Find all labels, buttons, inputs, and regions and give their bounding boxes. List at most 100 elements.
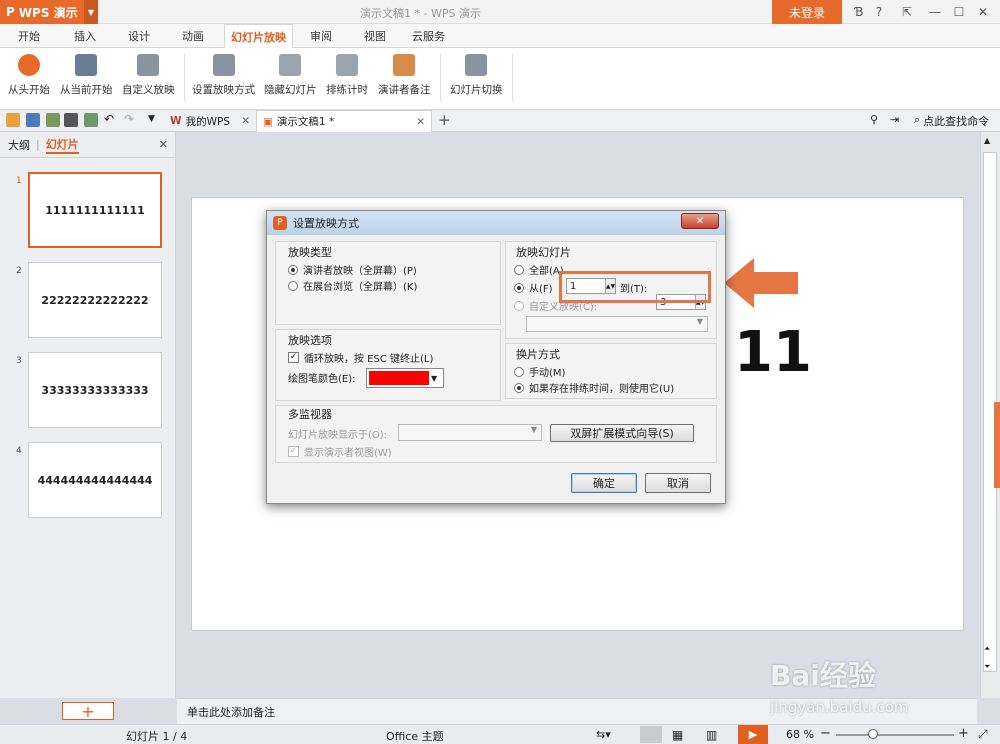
- dialog-close-button[interactable]: ✕: [681, 213, 719, 229]
- tab-review[interactable]: 审阅: [310, 24, 332, 48]
- skin-icon[interactable]: Ɓ: [848, 3, 870, 21]
- reading-view-icon[interactable]: ▥: [706, 728, 717, 742]
- tab-my-wps[interactable]: W 我的WPS ✕: [164, 110, 256, 132]
- presenter-view-checkbox[interactable]: ✓ 显示演示者视图(W): [288, 444, 392, 459]
- tab-cloud[interactable]: 云服务: [412, 24, 445, 48]
- zoom-level[interactable]: 68 %: [786, 728, 814, 741]
- custom-show-dropdown[interactable]: ▼: [526, 316, 708, 332]
- close-tab-icon[interactable]: ✕: [416, 116, 425, 128]
- ok-button[interactable]: 确定: [571, 473, 637, 493]
- checkbox-indicator: ✓: [288, 446, 299, 457]
- tab-slides[interactable]: 幻灯片: [45, 136, 79, 154]
- add-slide-button[interactable]: +: [62, 702, 114, 721]
- undo-icon[interactable]: ↶: [104, 112, 114, 126]
- monitor-dropdown[interactable]: ▼: [398, 424, 542, 441]
- maximize-icon[interactable]: ☐: [948, 3, 970, 21]
- tab-animation[interactable]: 动画: [182, 24, 204, 48]
- slide-transition-button[interactable]: 幻灯片切换: [450, 54, 503, 97]
- radio-all-slides[interactable]: 全部(A): [514, 262, 564, 277]
- slide-thumbnail-2[interactable]: 22222222222222: [28, 262, 162, 338]
- highlight-box: [559, 271, 711, 303]
- close-tab-icon[interactable]: ✕: [241, 115, 250, 127]
- annotation-arrow-icon: [724, 258, 798, 308]
- radio-indicator: [514, 382, 524, 393]
- setup-show-button[interactable]: 设置放映方式: [192, 54, 255, 97]
- from-start-button[interactable]: 从头开始: [8, 54, 50, 97]
- loop-checkbox[interactable]: ✓ 循环放映，按 ESC 键终止(L): [288, 350, 433, 365]
- wps-w-icon: W: [170, 115, 182, 127]
- wps-logo-icon: P: [6, 5, 15, 19]
- chevron-down-icon[interactable]: ▼: [84, 0, 98, 24]
- preview-icon[interactable]: [84, 113, 98, 127]
- close-icon[interactable]: ✕: [972, 3, 994, 21]
- zoom-slider[interactable]: [836, 734, 954, 736]
- zoom-slider-thumb[interactable]: [868, 729, 878, 739]
- new-tab-icon[interactable]: +: [438, 111, 451, 129]
- share-icon[interactable]: ⇥: [890, 113, 899, 126]
- tab-design[interactable]: 设计: [128, 24, 150, 48]
- fit-window-icon[interactable]: ⤢: [978, 727, 988, 742]
- app-menu-button[interactable]: P WPS 演示 ▼: [0, 0, 98, 24]
- document-tab-bar: ↶ ↷ ▼ W 我的WPS ✕ ▣ 演示文稿1 * ✕ + ⚲ ⇥ ⌕ 点此查找…: [0, 110, 1000, 132]
- radio-manual[interactable]: 手动(M): [514, 364, 565, 379]
- pin-icon[interactable]: ⚲: [870, 113, 878, 126]
- separator: [440, 54, 441, 102]
- next-slide-icon[interactable]: ⏷: [984, 662, 990, 672]
- minimize-icon[interactable]: —: [924, 3, 946, 21]
- open-icon[interactable]: [6, 113, 20, 127]
- presenter-notes-button[interactable]: 演讲者备注: [378, 54, 431, 97]
- slide-sorter-icon[interactable]: ▦: [672, 728, 683, 742]
- radio-indicator: [514, 264, 524, 275]
- tab-outline[interactable]: 大纲: [8, 137, 30, 153]
- scroll-up-icon[interactable]: ▲: [984, 136, 990, 145]
- more-dropdown-icon[interactable]: ▼: [148, 114, 155, 124]
- zoom-out-icon[interactable]: −: [820, 726, 831, 741]
- restore-ribbon-icon[interactable]: ⇱: [896, 3, 918, 21]
- slide-thumbnail-1[interactable]: 1111111111111: [28, 172, 162, 248]
- dual-screen-wizard-button[interactable]: 双屏扩展模式向导(S): [550, 424, 694, 442]
- window-title: 演示文稿1 * - WPS 演示: [360, 7, 481, 20]
- print-icon[interactable]: [64, 113, 78, 127]
- close-panel-icon[interactable]: ✕: [159, 138, 168, 151]
- cancel-button[interactable]: 取消: [645, 473, 711, 493]
- login-button[interactable]: 未登录: [772, 0, 842, 24]
- save-icon[interactable]: [26, 113, 40, 127]
- tab-view[interactable]: 视图: [364, 24, 386, 48]
- tab-slideshow[interactable]: 幻灯片放映: [224, 24, 293, 49]
- prev-slide-icon[interactable]: ⏶: [984, 644, 990, 654]
- thumb-number: 1: [16, 176, 22, 186]
- radio-presenter[interactable]: 演讲者放映（全屏幕）(P): [288, 262, 417, 277]
- from-current-button[interactable]: 从当前开始: [60, 54, 113, 97]
- theme-name: Office 主题: [386, 730, 444, 743]
- rehearse-timing-button[interactable]: 排练计时: [326, 54, 368, 97]
- group-title: 放映幻灯片: [516, 246, 571, 259]
- radio-from-slides[interactable]: 从(F): [514, 280, 553, 295]
- help-icon[interactable]: ?: [868, 3, 890, 21]
- redo-icon[interactable]: ↷: [124, 112, 134, 126]
- export-pdf-icon[interactable]: [46, 113, 60, 127]
- command-search[interactable]: ⌕ 点此查找命令: [914, 113, 989, 129]
- separator: [184, 54, 185, 102]
- app-name: WPS 演示: [18, 5, 78, 20]
- radio-indicator: [514, 282, 524, 293]
- radio-kiosk[interactable]: 在展台浏览（全屏幕）(K): [288, 278, 417, 293]
- slide-thumbnail-3[interactable]: 33333333333333: [28, 352, 162, 428]
- baidu-watermark-logo: Bai经验: [770, 659, 876, 692]
- pen-color-picker[interactable]: ▼: [366, 368, 444, 388]
- tab-insert[interactable]: 插入: [74, 24, 96, 48]
- title-bar: P WPS 演示 ▼ 演示文稿1 * - WPS 演示 未登录 Ɓ ? ⇱ — …: [0, 0, 1000, 24]
- tab-home[interactable]: 开始: [18, 24, 40, 48]
- tab-document[interactable]: ▣ 演示文稿1 * ✕: [256, 110, 432, 132]
- radio-use-timings[interactable]: 如果存在排练时间，则使用它(U): [514, 380, 674, 395]
- play-slideshow-button[interactable]: ▶: [738, 725, 768, 744]
- track-changes-icon[interactable]: ⇆▾: [596, 728, 611, 741]
- slide-thumbnail-4[interactable]: 444444444444444: [28, 442, 162, 518]
- normal-view-icon[interactable]: [640, 726, 662, 743]
- custom-show-button[interactable]: 自定义放映: [122, 54, 175, 97]
- side-panel-handle[interactable]: [994, 402, 1000, 488]
- hide-slide-button[interactable]: 隐藏幻灯片: [264, 54, 317, 97]
- checkbox-indicator: ✓: [288, 352, 299, 363]
- play-icon: [18, 54, 40, 76]
- chevron-down-icon: ▼: [431, 373, 438, 383]
- zoom-in-icon[interactable]: +: [958, 726, 969, 741]
